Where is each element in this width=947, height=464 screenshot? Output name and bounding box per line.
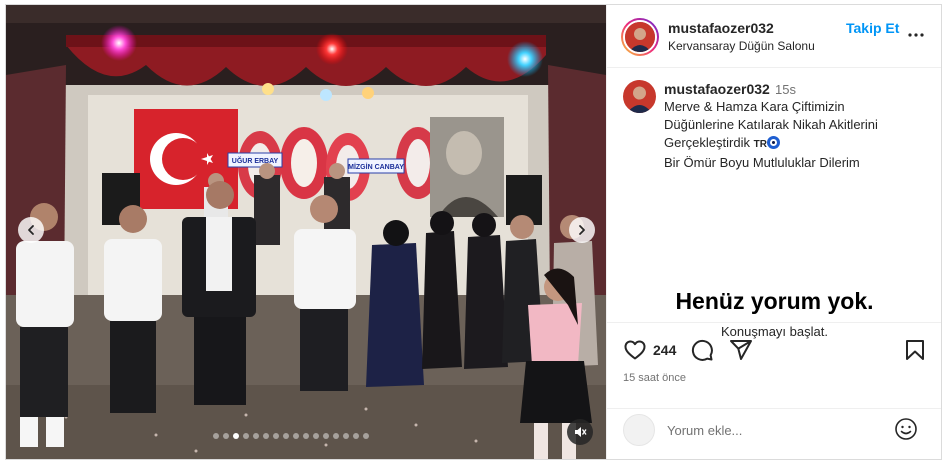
mute-icon bbox=[575, 427, 587, 437]
carousel-dot bbox=[363, 433, 369, 439]
post-dialog: UĞUR ERBAY MİZGİN CANBAY mustafaozer032 … bbox=[5, 4, 942, 460]
caption-text: Merve & Hamza Kara Çiftimizin Düğünlerin… bbox=[664, 98, 924, 172]
carousel-dot bbox=[233, 433, 239, 439]
caption-username[interactable]: mustafaozer032 bbox=[664, 81, 770, 97]
wedding-video-frame: UĞUR ERBAY MİZGİN CANBAY bbox=[6, 5, 606, 459]
carousel-dot bbox=[283, 433, 289, 439]
carousel-next-button[interactable] bbox=[569, 217, 595, 243]
mute-button[interactable] bbox=[567, 419, 593, 445]
carousel-dot bbox=[273, 433, 279, 439]
carousel-prev-button[interactable] bbox=[18, 217, 44, 243]
carousel-dot bbox=[313, 433, 319, 439]
caption-line-2: Düğünlerine Katılarak Nikah Akitlerini bbox=[664, 117, 878, 132]
carousel-indicator bbox=[213, 433, 369, 439]
caption-area: mustafaozer032 15s Merve & Hamza Kara Çi… bbox=[607, 68, 941, 339]
emoji-icon[interactable] bbox=[894, 417, 918, 441]
turkey-flag-emoji: TR bbox=[753, 139, 767, 150]
carousel-dot bbox=[303, 433, 309, 439]
caption-line-3: Gerçekleştirdik TR bbox=[664, 134, 924, 154]
caption-avatar[interactable] bbox=[623, 80, 656, 113]
carousel-dot bbox=[353, 433, 359, 439]
carousel-dot bbox=[293, 433, 299, 439]
caption-line-1: Merve & Hamza Kara Çiftimizin bbox=[664, 99, 845, 114]
banner-text-2: MİZGİN CANBAY bbox=[348, 163, 404, 171]
carousel-dot bbox=[343, 433, 349, 439]
post-side-panel: mustafaozer032 Kervansaray Düğün Salonu … bbox=[606, 5, 941, 459]
no-comments-title: Henüz yorum yok. bbox=[675, 288, 874, 314]
like-count[interactable]: 244 bbox=[653, 342, 676, 358]
profile-photo-icon bbox=[623, 80, 656, 113]
nazar-emoji-icon bbox=[766, 136, 780, 149]
banner-text-1: UĞUR ERBAY bbox=[232, 156, 279, 165]
follow-button[interactable]: Takip Et bbox=[846, 20, 899, 36]
header-location[interactable]: Kervansaray Düğün Salonu bbox=[668, 39, 815, 53]
comment-input[interactable] bbox=[667, 419, 867, 441]
carousel-dot bbox=[333, 433, 339, 439]
comment-icon[interactable] bbox=[690, 338, 714, 362]
heart-icon[interactable] bbox=[623, 338, 647, 362]
carousel-dot bbox=[243, 433, 249, 439]
more-options-icon[interactable] bbox=[906, 25, 926, 45]
header-avatar[interactable] bbox=[621, 18, 659, 56]
profile-photo-icon bbox=[625, 22, 655, 52]
action-bar: 244 15 saat önce bbox=[607, 322, 941, 408]
carousel-dot bbox=[253, 433, 259, 439]
header-username[interactable]: mustafaozer032 bbox=[668, 20, 774, 36]
chevron-right-icon bbox=[579, 225, 585, 235]
share-icon[interactable] bbox=[729, 338, 753, 362]
chevron-left-icon bbox=[28, 225, 34, 235]
caption-line-4: Bir Ömür Boyu Mutluluklar Dilerim bbox=[664, 155, 860, 170]
carousel-dot bbox=[323, 433, 329, 439]
current-user-avatar bbox=[623, 414, 655, 446]
comment-composer bbox=[607, 408, 941, 459]
bookmark-icon[interactable] bbox=[903, 338, 927, 362]
post-timestamp[interactable]: 15 saat önce bbox=[623, 372, 686, 384]
post-header: mustafaozer032 Kervansaray Düğün Salonu … bbox=[607, 5, 941, 68]
carousel-dot bbox=[223, 433, 229, 439]
caption-time[interactable]: 15s bbox=[775, 82, 796, 97]
caption-line-3-text: Gerçekleştirdik bbox=[664, 135, 750, 150]
carousel-dot bbox=[263, 433, 269, 439]
post-media[interactable]: UĞUR ERBAY MİZGİN CANBAY bbox=[6, 5, 606, 459]
carousel-dot bbox=[213, 433, 219, 439]
